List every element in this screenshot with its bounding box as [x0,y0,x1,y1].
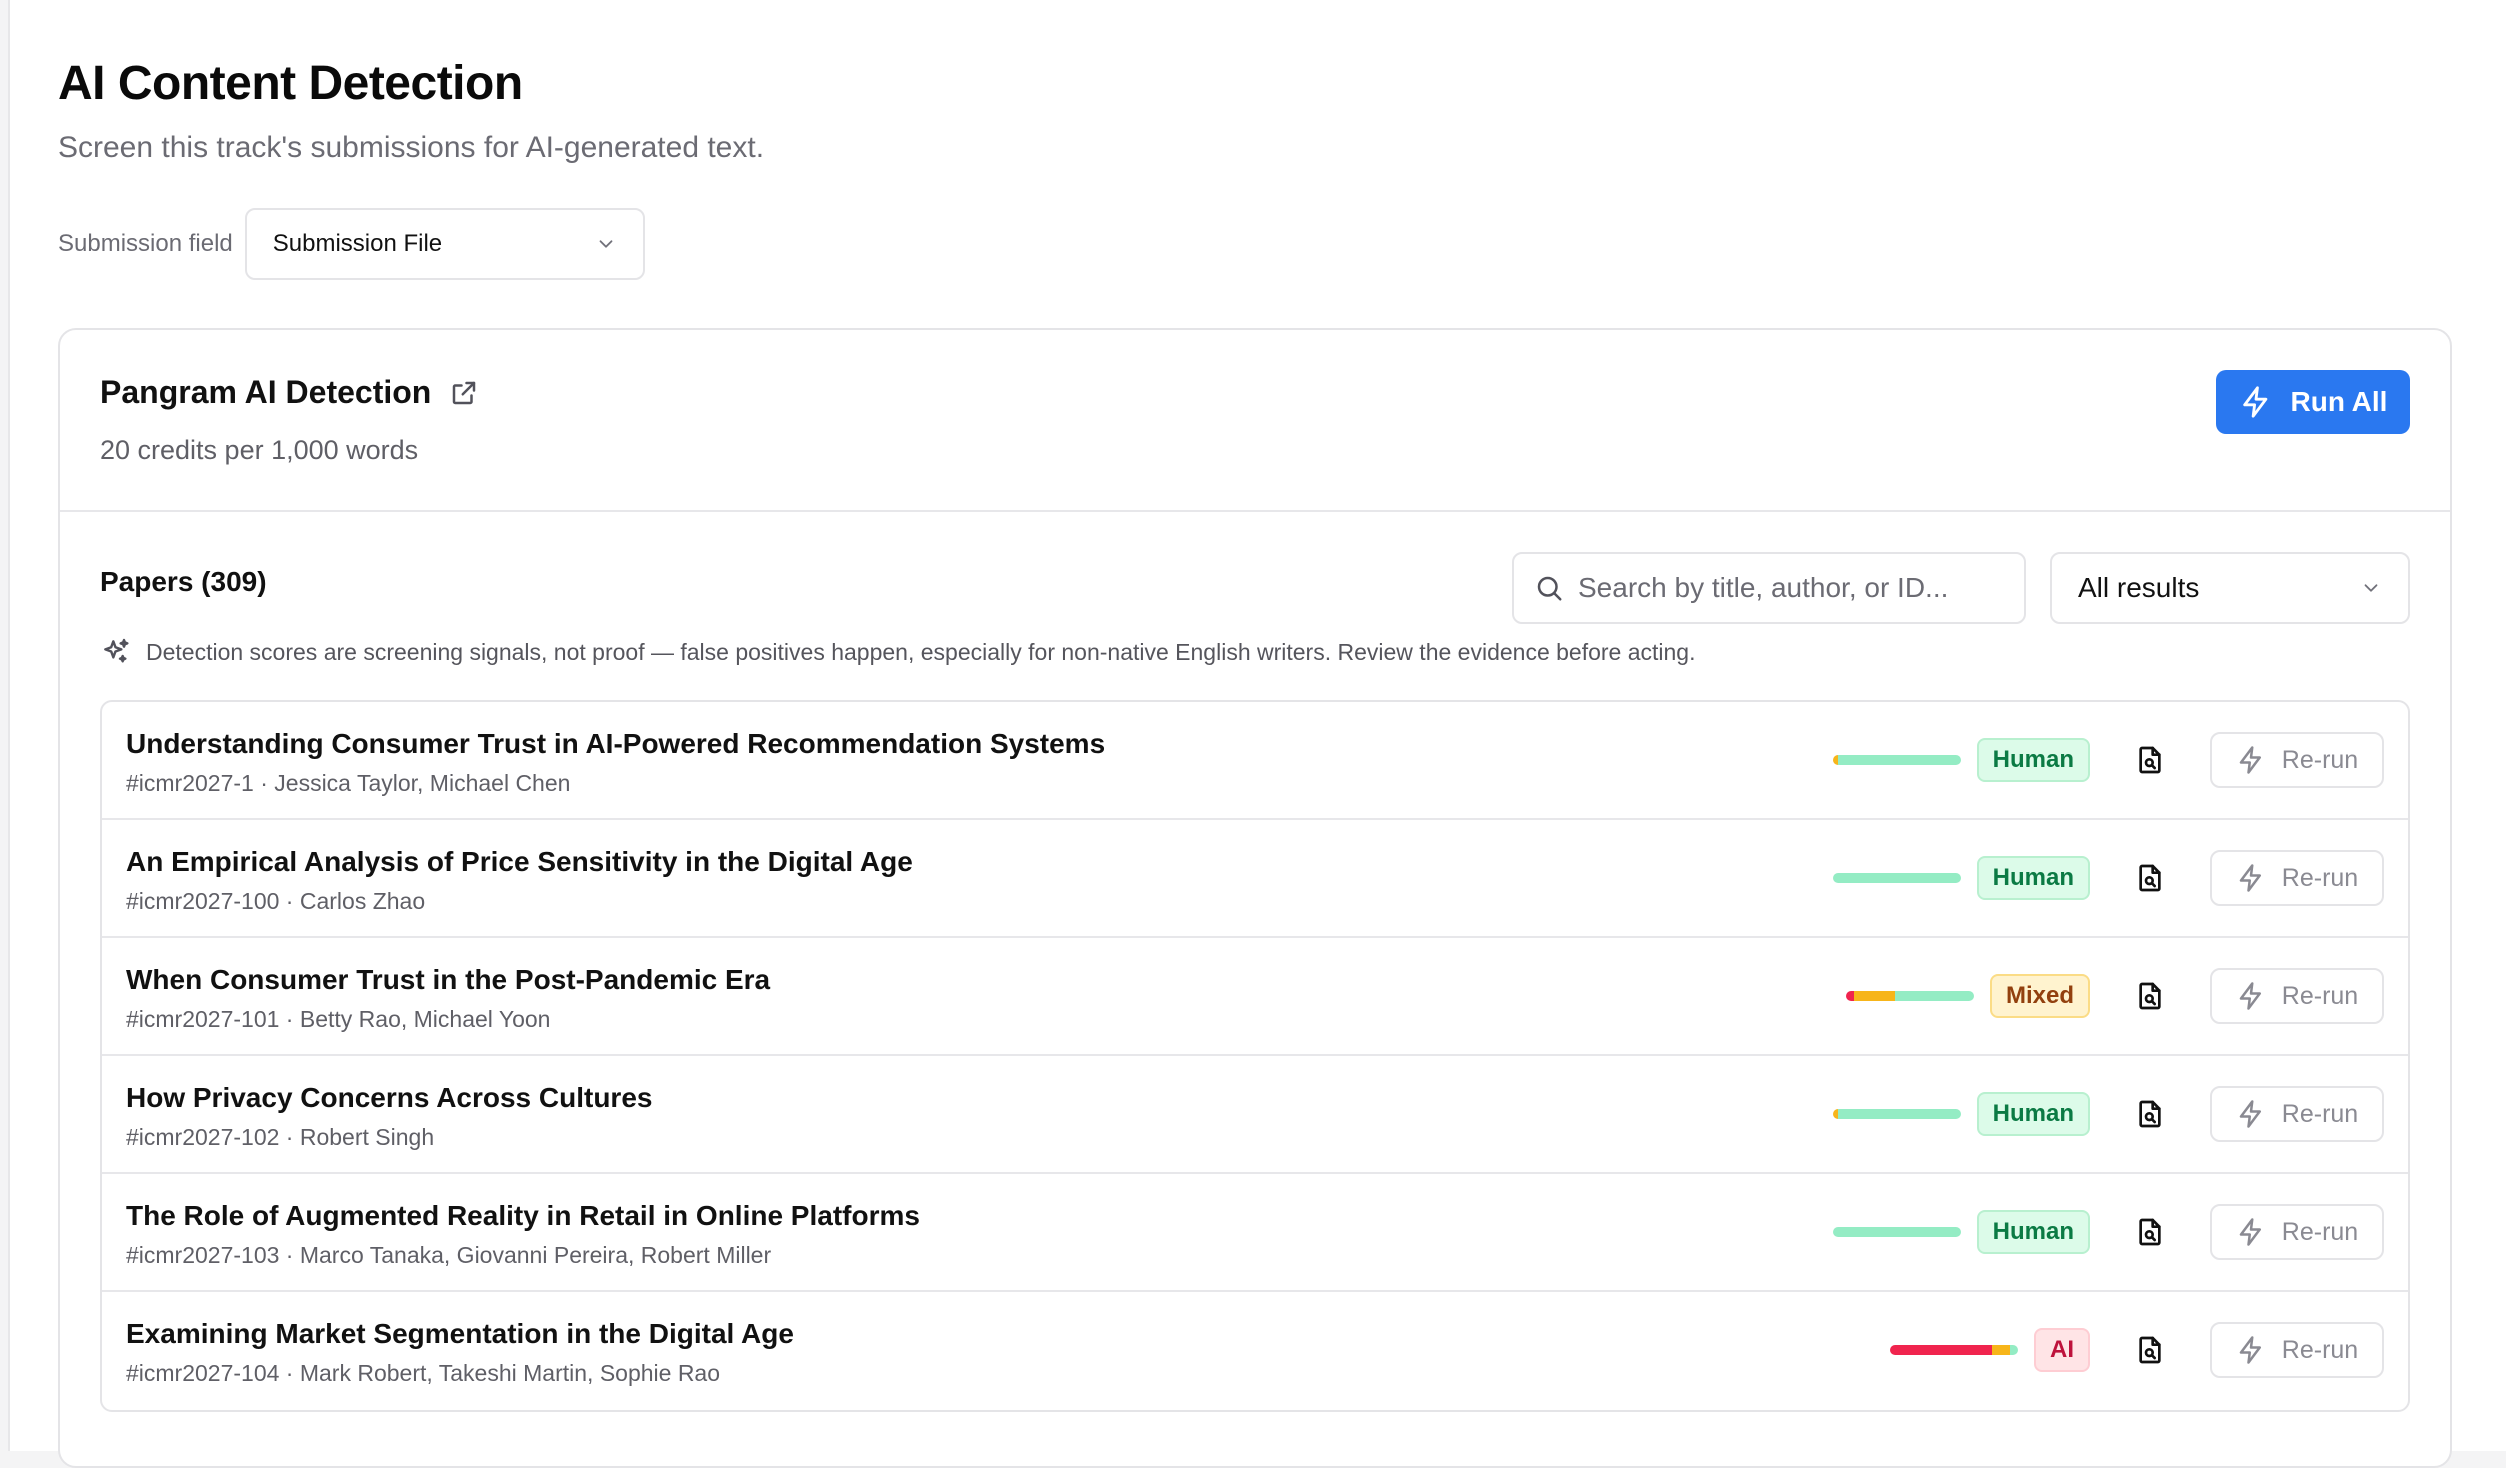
submission-field-select[interactable]: Submission File [244,208,645,280]
detector-credits: 20 credits per 1,000 words [100,435,419,465]
detection-score-bar [1832,755,1961,765]
verdict-badge: Human [1976,1210,2090,1254]
document-search-icon [2139,746,2161,774]
ai-detection-page: AI Content Detection Screen this track's… [8,0,2506,1468]
run-all-label: Run All [2290,386,2388,417]
verdict-badge: Human [1976,738,2090,782]
paper-actions: Human Re-run [1832,1204,2384,1260]
paper-list: Understanding Consumer Trust in AI-Power… [100,700,2410,1412]
paper-actions: Human Re-run [1832,850,2384,906]
score-segment-ai [1890,1345,1993,1355]
rerun-button[interactable]: Re-run [2210,732,2384,788]
submission-field-row: Submission field Submission File [58,208,2506,280]
paper-actions: Human Re-run [1832,1086,2384,1142]
verdict-badge: AI [2034,1328,2090,1372]
score-segment-human [1832,873,1961,883]
rerun-button[interactable]: Re-run [2210,968,2384,1024]
rerun-label: Re-run [2281,1217,2359,1246]
results-filter-select[interactable]: All results [2050,552,2410,624]
lightning-icon [2239,1100,2261,1128]
view-report-button[interactable] [2122,850,2178,906]
paper-actions: Human Re-run [1832,732,2384,788]
rerun-button[interactable]: Re-run [2210,1086,2384,1142]
view-report-button[interactable] [2122,968,2178,1024]
papers-title: Papers (309) [100,566,267,597]
search-input[interactable] [1578,572,2004,604]
lightning-icon [2239,1218,2261,1246]
view-report-button[interactable] [2122,732,2178,788]
paper-row[interactable]: Examining Market Segmentation in the Dig… [102,1292,2408,1410]
chevron-down-icon [599,240,613,248]
view-report-button[interactable] [2122,1322,2178,1378]
page-title: AI Content Detection [58,57,523,110]
score-segment-human [1837,755,1961,765]
rerun-label: Re-run [2281,1099,2359,1128]
verdict-badge: Human [1976,1092,2090,1136]
score-segment-mixed [1992,1345,2011,1355]
document-search-icon [2139,1218,2161,1246]
submission-field-label: Submission field [58,230,233,257]
document-search-icon [2139,1336,2161,1364]
detection-score-bar [1832,1109,1961,1119]
score-segment-human [1832,1227,1961,1237]
paper-row[interactable]: Understanding Consumer Trust in AI-Power… [102,702,2408,820]
score-segment-human [1894,991,1974,1001]
detection-score-bar [1832,873,1961,883]
run-all-button[interactable]: Run All [2216,370,2410,434]
document-search-icon [2139,982,2161,1010]
paper-actions: AI Re-run [1890,1322,2384,1378]
score-segment-ai [1845,991,1854,1001]
verdict-badge: Mixed [1989,974,2090,1018]
lightning-icon [2239,864,2261,892]
document-search-icon [2139,864,2161,892]
detector-title: Pangram AI Detection [100,374,432,410]
papers-toolbar: Papers (309) All results [60,512,2450,652]
detection-score-bar [1890,1345,2018,1355]
external-link-icon[interactable] [449,378,479,408]
detector-card: Pangram AI Detection 20 credits per 1,00… [58,328,2452,1468]
paper-row[interactable]: How Privacy Concerns Across Cultures #icm… [102,1056,2408,1174]
paper-row[interactable]: The Role of Augmented Reality in Retail … [102,1174,2408,1292]
detector-card-header: Pangram AI Detection 20 credits per 1,00… [60,330,2450,512]
rerun-label: Re-run [2281,981,2359,1010]
paper-row[interactable]: When Consumer Trust in the Post-Pandemic… [102,938,2408,1056]
page-subtitle: Screen this track's submissions for AI-g… [58,131,765,164]
lightning-icon [2239,746,2261,774]
search-icon [1537,576,1562,601]
lightning-icon [2239,982,2261,1010]
lightning-icon [2239,1336,2261,1364]
score-segment-mixed [1853,991,1895,1001]
rerun-button[interactable]: Re-run [2210,850,2384,906]
view-report-button[interactable] [2122,1204,2178,1260]
rerun-label: Re-run [2281,745,2359,774]
rerun-button[interactable]: Re-run [2210,1322,2384,1378]
score-segment-human [2010,1345,2018,1355]
submission-field-value: Submission File [272,230,443,257]
chevron-down-icon [2364,584,2378,592]
verdict-badge: Human [1976,856,2090,900]
paper-actions: Mixed Re-run [1845,968,2384,1024]
rerun-button[interactable]: Re-run [2210,1204,2384,1260]
rerun-label: Re-run [2281,1335,2359,1364]
detection-score-bar [1845,991,1974,1001]
document-search-icon [2139,1100,2161,1128]
score-segment-human [1837,1109,1961,1119]
paper-row[interactable]: An Empirical Analysis of Price Sensitivi… [102,820,2408,938]
view-report-button[interactable] [2122,1086,2178,1142]
detection-score-bar [1832,1227,1961,1237]
lightning-icon [2242,386,2267,418]
results-filter-value: All results [2078,572,2200,603]
search-box[interactable] [1512,552,2026,624]
rerun-label: Re-run [2281,863,2359,892]
